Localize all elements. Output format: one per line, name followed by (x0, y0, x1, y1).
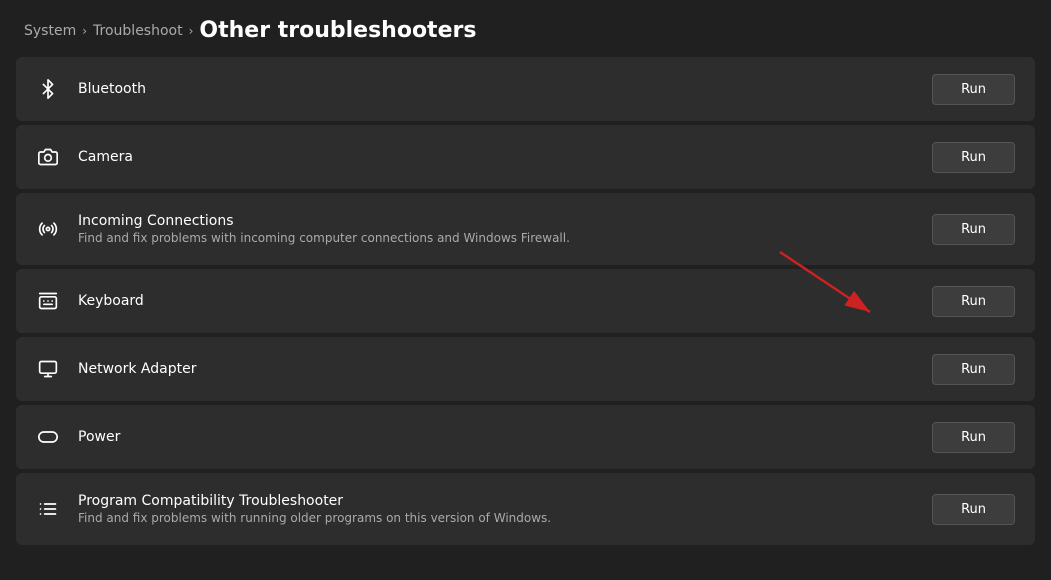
power-icon (36, 425, 60, 449)
item-left-camera: Camera (36, 145, 133, 169)
breadcrumb: System › Troubleshoot › Other troublesho… (0, 0, 1051, 57)
camera-icon (36, 145, 60, 169)
item-left-keyboard: Keyboard (36, 289, 144, 313)
item-title-incoming-connections: Incoming Connections (78, 213, 570, 229)
run-button-keyboard[interactable]: Run (932, 286, 1015, 317)
item-left-incoming-connections: Incoming Connections Find and fix proble… (36, 213, 570, 245)
run-button-program-compatibility[interactable]: Run (932, 494, 1015, 525)
item-text-power: Power (78, 429, 120, 445)
item-title-program-compatibility: Program Compatibility Troubleshooter (78, 493, 551, 509)
item-title-keyboard: Keyboard (78, 293, 144, 309)
item-text-camera: Camera (78, 149, 133, 165)
item-left-power: Power (36, 425, 120, 449)
item-title-power: Power (78, 429, 120, 445)
troubleshooter-item-incoming-connections: Incoming Connections Find and fix proble… (16, 193, 1035, 265)
troubleshooter-item-network-adapter: Network Adapter Run (16, 337, 1035, 401)
troubleshooter-item-power: Power Run (16, 405, 1035, 469)
breadcrumb-sep-2: › (189, 24, 194, 38)
troubleshooter-item-bluetooth: Bluetooth Run (16, 57, 1035, 121)
page-title: Other troubleshooters (199, 18, 476, 43)
item-left-program-compatibility: Program Compatibility Troubleshooter Fin… (36, 493, 551, 525)
breadcrumb-sep-1: › (82, 24, 87, 38)
run-button-power[interactable]: Run (932, 422, 1015, 453)
run-button-network-adapter[interactable]: Run (932, 354, 1015, 385)
list-icon (36, 497, 60, 521)
breadcrumb-troubleshoot[interactable]: Troubleshoot (93, 23, 183, 39)
troubleshooter-item-keyboard: Keyboard Run (16, 269, 1035, 333)
item-left-network-adapter: Network Adapter (36, 357, 196, 381)
breadcrumb-system[interactable]: System (24, 23, 76, 39)
item-text-incoming-connections: Incoming Connections Find and fix proble… (78, 213, 570, 245)
monitor-icon (36, 357, 60, 381)
item-title-bluetooth: Bluetooth (78, 81, 146, 97)
item-text-network-adapter: Network Adapter (78, 361, 196, 377)
run-button-camera[interactable]: Run (932, 142, 1015, 173)
item-title-network-adapter: Network Adapter (78, 361, 196, 377)
item-text-bluetooth: Bluetooth (78, 81, 146, 97)
bluetooth-icon (36, 77, 60, 101)
item-text-program-compatibility: Program Compatibility Troubleshooter Fin… (78, 493, 551, 525)
item-left-bluetooth: Bluetooth (36, 77, 146, 101)
item-desc-incoming-connections: Find and fix problems with incoming comp… (78, 231, 570, 245)
item-text-keyboard: Keyboard (78, 293, 144, 309)
troubleshooter-item-camera: Camera Run (16, 125, 1035, 189)
wifi-icon (36, 217, 60, 241)
run-button-bluetooth[interactable]: Run (932, 74, 1015, 105)
item-desc-program-compatibility: Find and fix problems with running older… (78, 511, 551, 525)
item-title-camera: Camera (78, 149, 133, 165)
troubleshooter-item-program-compatibility: Program Compatibility Troubleshooter Fin… (16, 473, 1035, 545)
troubleshooter-list: Bluetooth Run Camera Run (0, 57, 1051, 545)
keyboard-icon (36, 289, 60, 313)
run-button-incoming-connections[interactable]: Run (932, 214, 1015, 245)
